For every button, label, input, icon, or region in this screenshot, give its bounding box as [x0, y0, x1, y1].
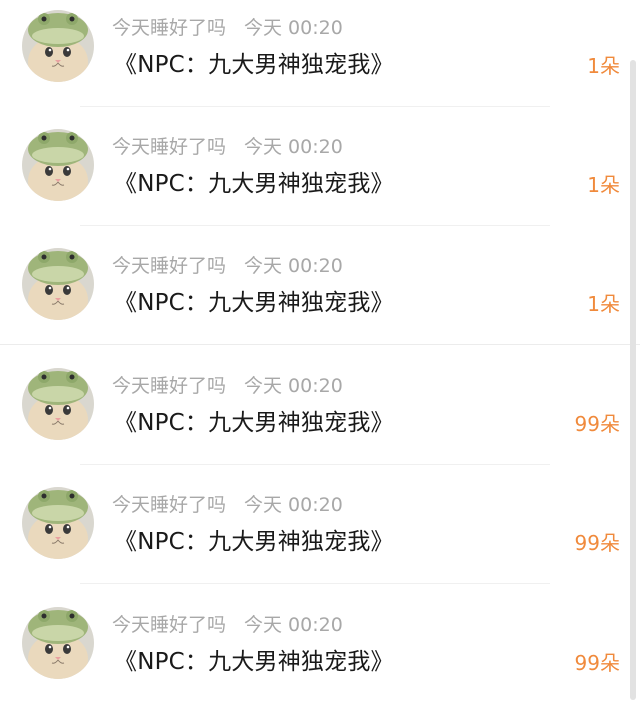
item-meta: 今天睡好了吗 今天 00:20: [112, 373, 343, 399]
flower-count: 1朵: [587, 54, 620, 78]
username[interactable]: 今天睡好了吗: [112, 136, 226, 158]
item-meta: 今天睡好了吗 今天 00:20: [112, 253, 343, 279]
book-title[interactable]: 《NPC：九大男神独宠我》: [114, 49, 394, 81]
list-item[interactable]: 今天睡好了吗 今天 00:20 《NPC：九大男神独宠我》 1朵: [0, 238, 640, 358]
timestamp: 今天 00:20: [244, 614, 343, 636]
gift-record-list: 今天睡好了吗 今天 00:20 《NPC：九大男神独宠我》 1朵 今天睡好了吗 …: [0, 0, 640, 716]
list-item[interactable]: 今天睡好了吗 今天 00:20 《NPC：九大男神独宠我》 99朵: [0, 477, 640, 597]
cat-avatar-icon: [22, 248, 94, 320]
cat-avatar-icon: [22, 607, 94, 679]
flower-count: 99朵: [574, 531, 620, 555]
avatar[interactable]: [22, 10, 94, 82]
username[interactable]: 今天睡好了吗: [112, 614, 226, 636]
flower-count: 1朵: [587, 173, 620, 197]
flower-count: 99朵: [574, 651, 620, 675]
cat-avatar-icon: [22, 10, 94, 82]
book-title[interactable]: 《NPC：九大男神独宠我》: [114, 646, 394, 678]
list-item[interactable]: 今天睡好了吗 今天 00:20 《NPC：九大男神独宠我》 1朵: [0, 0, 640, 120]
cat-avatar-icon: [22, 368, 94, 440]
book-title[interactable]: 《NPC：九大男神独宠我》: [114, 168, 394, 200]
list-item[interactable]: 今天睡好了吗 今天 00:20 《NPC：九大男神独宠我》 99朵: [0, 597, 640, 717]
book-title[interactable]: 《NPC：九大男神独宠我》: [114, 407, 394, 439]
item-meta: 今天睡好了吗 今天 00:20: [112, 612, 343, 638]
item-meta: 今天睡好了吗 今天 00:20: [112, 134, 343, 160]
timestamp: 今天 00:20: [244, 255, 343, 277]
avatar[interactable]: [22, 129, 94, 201]
book-title[interactable]: 《NPC：九大男神独宠我》: [114, 526, 394, 558]
scrollbar[interactable]: [630, 60, 636, 700]
username[interactable]: 今天睡好了吗: [112, 255, 226, 277]
item-meta: 今天睡好了吗 今天 00:20: [112, 492, 343, 518]
avatar[interactable]: [22, 368, 94, 440]
cat-avatar-icon: [22, 487, 94, 559]
timestamp: 今天 00:20: [244, 17, 343, 39]
username[interactable]: 今天睡好了吗: [112, 17, 226, 39]
avatar[interactable]: [22, 248, 94, 320]
divider: [80, 106, 550, 107]
divider: [80, 583, 550, 584]
timestamp: 今天 00:20: [244, 375, 343, 397]
timestamp: 今天 00:20: [244, 494, 343, 516]
flower-count: 99朵: [574, 412, 620, 436]
divider: [80, 225, 550, 226]
avatar[interactable]: [22, 487, 94, 559]
avatar[interactable]: [22, 607, 94, 679]
divider: [0, 344, 640, 345]
book-title[interactable]: 《NPC：九大男神独宠我》: [114, 287, 394, 319]
divider: [80, 464, 550, 465]
list-item[interactable]: 今天睡好了吗 今天 00:20 《NPC：九大男神独宠我》 99朵: [0, 358, 640, 478]
username[interactable]: 今天睡好了吗: [112, 494, 226, 516]
item-meta: 今天睡好了吗 今天 00:20: [112, 15, 343, 41]
flower-count: 1朵: [587, 292, 620, 316]
cat-avatar-icon: [22, 129, 94, 201]
username[interactable]: 今天睡好了吗: [112, 375, 226, 397]
list-item[interactable]: 今天睡好了吗 今天 00:20 《NPC：九大男神独宠我》 1朵: [0, 119, 640, 239]
timestamp: 今天 00:20: [244, 136, 343, 158]
